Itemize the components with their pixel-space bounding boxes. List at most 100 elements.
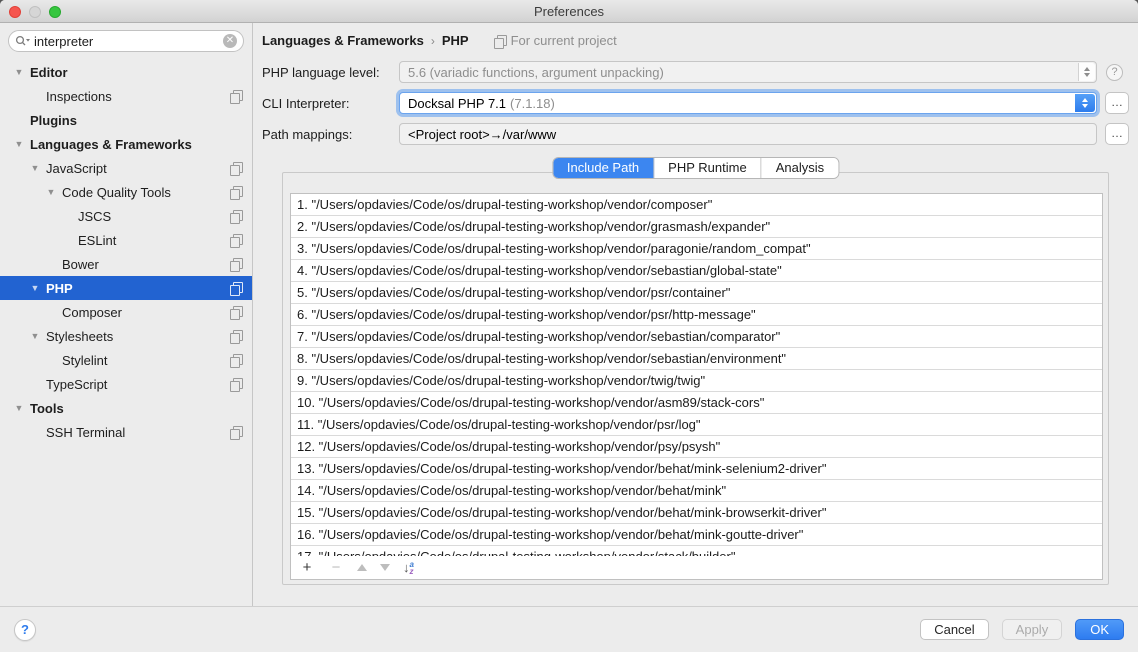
include-path-row[interactable]: 14. "/Users/opdavies/Code/os/drupal-test… xyxy=(291,480,1102,502)
include-path-row[interactable]: 9. "/Users/opdavies/Code/os/drupal-testi… xyxy=(291,370,1102,392)
sidebar-item-label: ESLint xyxy=(78,233,116,248)
ok-button[interactable]: OK xyxy=(1075,619,1124,640)
php-settings-tabs: Include PathPHP RuntimeAnalysis xyxy=(552,157,839,179)
per-project-setting-icon xyxy=(230,354,242,366)
sidebar-item-javascript[interactable]: ▼JavaScript xyxy=(0,156,252,180)
include-path-row[interactable]: 10. "/Users/opdavies/Code/os/drupal-test… xyxy=(291,392,1102,414)
sidebar-item-plugins[interactable]: Plugins xyxy=(0,108,252,132)
include-path-row[interactable]: 16. "/Users/opdavies/Code/os/drupal-test… xyxy=(291,524,1102,546)
sidebar-item-label: PHP xyxy=(46,281,73,296)
sidebar-item-label: Tools xyxy=(30,401,64,416)
language-level-value: 5.6 (variadic functions, argument unpack… xyxy=(408,65,664,80)
cancel-button[interactable]: Cancel xyxy=(920,619,988,640)
include-path-row[interactable]: 3. "/Users/opdavies/Code/os/drupal-testi… xyxy=(291,238,1102,260)
sidebar-item-label: Composer xyxy=(62,305,122,320)
move-up-icon[interactable] xyxy=(357,564,367,571)
sidebar-item-label: Stylesheets xyxy=(46,329,113,344)
include-path-row[interactable]: 13. "/Users/opdavies/Code/os/drupal-test… xyxy=(291,458,1102,480)
path-mappings-field[interactable]: <Project root>→/var/www xyxy=(399,123,1097,145)
include-path-row[interactable]: 12. "/Users/opdavies/Code/os/drupal-test… xyxy=(291,436,1102,458)
include-path-row[interactable]: 4. "/Users/opdavies/Code/os/drupal-testi… xyxy=(291,260,1102,282)
sidebar-item-composer[interactable]: Composer xyxy=(0,300,252,324)
sidebar-item-tools[interactable]: ▼ Tools xyxy=(0,396,252,420)
settings-sidebar: ✕ ▼ Editor Inspections Plugins ▼ Languages & … xyxy=(0,23,253,606)
include-path-row[interactable]: 6. "/Users/opdavies/Code/os/drupal-testi… xyxy=(291,304,1102,326)
clear-search-icon[interactable]: ✕ xyxy=(223,34,237,48)
breadcrumb-separator: › xyxy=(431,34,435,48)
expand-arrow-icon[interactable]: ▼ xyxy=(30,163,40,173)
sidebar-item-bower[interactable]: Bower xyxy=(0,252,252,276)
include-path-listbox: 1. "/Users/opdavies/Code/os/drupal-testi… xyxy=(290,193,1103,580)
tab-include-path[interactable]: Include Path xyxy=(553,158,654,178)
sidebar-item-languages-frameworks[interactable]: ▼ Languages & Frameworks xyxy=(0,132,252,156)
search-wrap: ✕ xyxy=(8,30,244,52)
path-mappings-browse-button[interactable]: … xyxy=(1105,123,1129,145)
sidebar-item-label: Bower xyxy=(62,257,99,272)
preferences-window: Preferences ✕ ▼ Editor Inspections Plugins ▼… xyxy=(0,0,1138,652)
add-path-button[interactable]: + xyxy=(299,559,315,576)
breadcrumb-parent[interactable]: Languages & Frameworks xyxy=(262,33,424,48)
include-path-row[interactable]: 7. "/Users/opdavies/Code/os/drupal-testi… xyxy=(291,326,1102,348)
expand-arrow-icon[interactable]: ▼ xyxy=(14,403,24,413)
search-icon[interactable] xyxy=(15,35,30,47)
language-level-label: PHP language level: xyxy=(262,65,399,80)
per-project-setting-icon xyxy=(230,378,242,390)
interpreter-browse-button[interactable]: … xyxy=(1105,92,1129,114)
expand-arrow-icon[interactable]: ▼ xyxy=(30,331,40,341)
include-path-row[interactable]: 5. "/Users/opdavies/Code/os/drupal-testi… xyxy=(291,282,1102,304)
footer-buttons: Cancel Apply OK xyxy=(920,619,1124,640)
sidebar-item-stylesheets[interactable]: ▼ Stylesheets xyxy=(0,324,252,348)
per-project-setting-icon xyxy=(230,426,242,438)
sidebar-item-label: Plugins xyxy=(30,113,77,128)
settings-content: Languages & Frameworks › PHP For current… xyxy=(253,23,1138,606)
cli-interpreter-value: Docksal PHP 7.1 xyxy=(408,96,506,111)
path-mappings-label: Path mappings: xyxy=(262,127,399,142)
help-button[interactable]: ? xyxy=(14,619,36,641)
sidebar-item-code-quality-tools[interactable]: ▼ Code Quality Tools xyxy=(0,180,252,204)
per-project-setting-icon xyxy=(230,282,242,294)
expand-arrow-icon[interactable]: ▼ xyxy=(14,139,24,149)
sidebar-item-editor[interactable]: ▼ Editor xyxy=(0,60,252,84)
include-path-row[interactable]: 1. "/Users/opdavies/Code/os/drupal-testi… xyxy=(291,194,1102,216)
help-icon[interactable]: ? xyxy=(1106,64,1123,81)
sidebar-item-label: Stylelint xyxy=(62,353,108,368)
remove-path-button[interactable]: − xyxy=(328,559,344,576)
per-project-setting-icon xyxy=(230,258,242,270)
sidebar-item-typescript[interactable]: TypeScript xyxy=(0,372,252,396)
current-project-icon xyxy=(494,35,506,47)
search-field[interactable]: ✕ xyxy=(8,30,244,52)
include-path-list[interactable]: 1. "/Users/opdavies/Code/os/drupal-testi… xyxy=(291,194,1102,556)
titlebar: Preferences xyxy=(0,0,1138,23)
scope-label-text: For current project xyxy=(511,33,617,48)
sidebar-item-eslint[interactable]: ESLint xyxy=(0,228,252,252)
include-path-row[interactable]: 8. "/Users/opdavies/Code/os/drupal-testi… xyxy=(291,348,1102,370)
apply-button[interactable]: Apply xyxy=(1002,619,1063,640)
sort-alphabetically-icon[interactable]: ↓ az xyxy=(403,560,414,575)
tab-analysis[interactable]: Analysis xyxy=(762,158,838,178)
expand-arrow-icon[interactable]: ▼ xyxy=(30,283,40,293)
dialog-footer: ? Cancel Apply OK xyxy=(0,606,1138,652)
sidebar-item-inspections[interactable]: Inspections xyxy=(0,84,252,108)
sidebar-item-label: Editor xyxy=(30,65,68,80)
window-title: Preferences xyxy=(0,4,1138,19)
tab-php-runtime[interactable]: PHP Runtime xyxy=(654,158,762,178)
language-level-select[interactable]: 5.6 (variadic functions, argument unpack… xyxy=(399,61,1097,83)
chevron-updown-icon[interactable] xyxy=(1078,63,1095,81)
include-path-row[interactable]: 15. "/Users/opdavies/Code/os/drupal-test… xyxy=(291,502,1102,524)
search-input[interactable] xyxy=(34,34,223,49)
expand-arrow-icon[interactable]: ▼ xyxy=(46,187,56,197)
move-down-icon[interactable] xyxy=(380,564,390,571)
sidebar-item-php[interactable]: ▼ PHP xyxy=(0,276,252,300)
expand-arrow-icon[interactable]: ▼ xyxy=(14,67,24,77)
cli-interpreter-select[interactable]: Docksal PHP 7.1 (7.1.18) xyxy=(399,92,1097,114)
include-path-row[interactable]: 11. "/Users/opdavies/Code/os/drupal-test… xyxy=(291,414,1102,436)
include-path-row[interactable]: 2. "/Users/opdavies/Code/os/drupal-testi… xyxy=(291,216,1102,238)
include-path-row[interactable]: 17. "/Users/opdavies/Code/os/drupal-test… xyxy=(291,546,1102,556)
sidebar-item-stylelint[interactable]: Stylelint xyxy=(0,348,252,372)
sidebar-item-ssh-terminal[interactable]: SSH Terminal xyxy=(0,420,252,444)
sidebar-item-label: Code Quality Tools xyxy=(62,185,171,200)
list-toolbar: + − ↓ az xyxy=(291,556,1102,579)
chevron-updown-icon[interactable] xyxy=(1075,94,1095,112)
sidebar-item-label: Languages & Frameworks xyxy=(30,137,192,152)
sidebar-item-jscs[interactable]: JSCS xyxy=(0,204,252,228)
